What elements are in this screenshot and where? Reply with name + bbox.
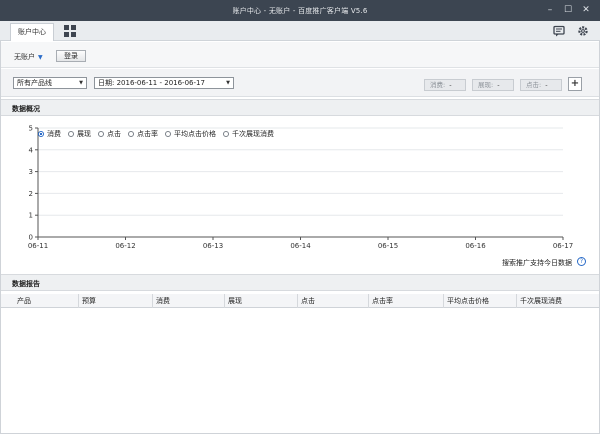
y-tick-label: 0 <box>29 234 33 242</box>
column-header[interactable]: 产品 <box>14 294 78 308</box>
column-header[interactable]: 展现 <box>224 294 297 308</box>
dropdown-arrow-icon: ▼ <box>226 80 230 86</box>
message-icon[interactable] <box>552 24 566 38</box>
add-metric-button[interactable]: + <box>568 77 582 91</box>
account-name: 无账户 <box>14 53 35 61</box>
legend-item-2[interactable]: 点击 <box>98 129 121 139</box>
date-range-select[interactable]: 日期: 2016-06-11 - 2016-06-17 ▼ <box>94 77 234 89</box>
impressions-stat-value: - <box>497 81 500 89</box>
column-header[interactable]: 消费 <box>152 294 224 308</box>
legend-label: 平均点击价格 <box>174 130 216 138</box>
account-dropdown[interactable]: 无账户 ▼ <box>14 52 43 62</box>
chart-legend: 消费 展现 点击 点击率 平均点击价格 千次展现消费 <box>38 129 281 139</box>
radio-icon[interactable] <box>98 131 104 137</box>
x-tick-label: 06-11 <box>28 242 48 250</box>
column-header[interactable]: 预算 <box>78 294 152 308</box>
clicks-stat-label: 点击: <box>526 81 542 89</box>
title-bar: 账户中心 - 无账户 - 百度推广客户端 V5.6 – ☐ ✕ <box>0 0 600 21</box>
today-data-note: 搜索推广支持今日数据 <box>502 259 572 267</box>
legend-item-3[interactable]: 点击率 <box>128 129 158 139</box>
x-tick-label: 06-13 <box>203 242 223 250</box>
help-icon[interactable]: ? <box>577 257 586 266</box>
legend-label: 点击率 <box>137 130 158 138</box>
report-title: 数据报告 <box>12 280 40 288</box>
y-tick-label: 4 <box>29 146 34 154</box>
apps-grid-icon[interactable] <box>62 23 78 39</box>
radio-icon[interactable] <box>128 131 134 137</box>
overview-section-header: 数据概况 <box>0 99 600 116</box>
legend-label: 千次展现消费 <box>232 130 274 138</box>
caret-down-icon: ▼ <box>38 54 43 61</box>
product-line-value: 所有产品线 <box>17 79 52 87</box>
legend-label: 展现 <box>77 130 91 138</box>
x-tick-label: 06-17 <box>553 242 573 250</box>
x-tick-label: 06-16 <box>465 242 486 250</box>
cost-stat-label: 消费: <box>430 81 446 89</box>
filter-bar: 所有产品线 ▼ 日期: 2016-06-11 - 2016-06-17 ▼ 消费… <box>0 69 600 97</box>
tab-bar: 账户中心 <box>0 21 600 41</box>
radio-icon[interactable] <box>223 131 229 137</box>
radio-selected-icon[interactable] <box>38 131 44 137</box>
clicks-stat-button[interactable]: 点击: - <box>520 79 562 91</box>
legend-item-0[interactable]: 消费 <box>38 129 61 139</box>
date-range-value: 日期: 2016-06-11 - 2016-06-17 <box>98 79 205 87</box>
maximize-button[interactable]: ☐ <box>561 3 575 17</box>
y-tick-label: 3 <box>29 168 33 176</box>
y-tick-label: 2 <box>29 190 33 198</box>
cost-stat-value: - <box>449 81 452 89</box>
report-section-header: 数据报告 <box>0 274 600 291</box>
clicks-stat-value: - <box>545 81 548 89</box>
close-button[interactable]: ✕ <box>579 3 593 17</box>
report-table-header: 产品 预算 消费 展现 点击 点击率 平均点击价格 千次展现消费 <box>0 294 600 308</box>
dropdown-arrow-icon: ▼ <box>79 80 83 86</box>
y-tick-label: 5 <box>29 125 33 133</box>
settings-gear-icon[interactable] <box>576 24 590 38</box>
legend-item-5[interactable]: 千次展现消费 <box>223 129 274 139</box>
overview-chart-area: 0 1 2 3 4 5 06-11 06-12 06-13 06-14 06-15 06-16 06-1… <box>0 118 600 268</box>
radio-icon[interactable] <box>68 131 74 137</box>
column-header[interactable]: 平均点击价格 <box>443 294 516 308</box>
legend-item-1[interactable]: 展现 <box>68 129 91 139</box>
tab-account-center[interactable]: 账户中心 <box>10 23 54 41</box>
legend-item-4[interactable]: 平均点击价格 <box>165 129 216 139</box>
radio-icon[interactable] <box>165 131 171 137</box>
column-header[interactable]: 千次展现消费 <box>516 294 600 308</box>
y-tick-label: 1 <box>29 212 33 220</box>
cost-stat-button[interactable]: 消费: - <box>424 79 466 91</box>
column-header[interactable]: 点击率 <box>368 294 443 308</box>
minimize-button[interactable]: – <box>543 3 557 17</box>
column-header[interactable]: 点击 <box>297 294 368 308</box>
product-line-select[interactable]: 所有产品线 ▼ <box>13 77 87 89</box>
legend-label: 点击 <box>107 130 121 138</box>
x-tick-label: 06-14 <box>290 242 311 250</box>
login-button[interactable]: 登录 <box>56 50 86 62</box>
x-tick-label: 06-15 <box>378 242 398 250</box>
x-tick-label: 06-12 <box>115 242 135 250</box>
impressions-stat-button[interactable]: 展现: - <box>472 79 514 91</box>
window-title: 账户中心 - 无账户 - 百度推广客户端 V5.6 <box>232 7 368 15</box>
account-bar: 无账户 ▼ 登录 <box>0 42 600 68</box>
impressions-stat-label: 展现: <box>478 81 494 89</box>
legend-label: 消费 <box>47 130 61 138</box>
overview-title: 数据概况 <box>12 105 40 113</box>
